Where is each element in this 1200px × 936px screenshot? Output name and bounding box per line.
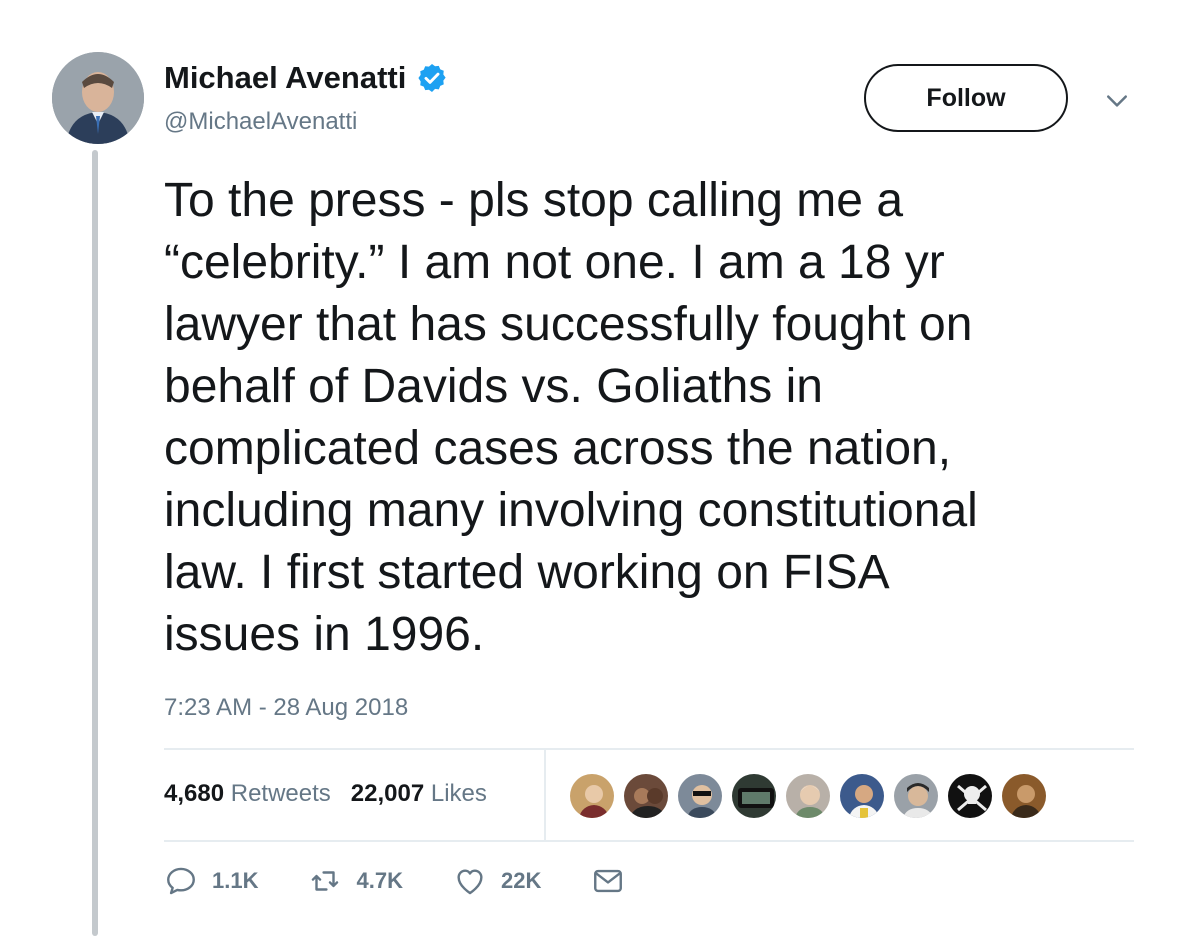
divider-top <box>164 748 1134 750</box>
like-count: 22K <box>500 868 542 893</box>
engagement-stats: 4,680 Retweets 22,007 Likes <box>164 780 487 808</box>
tweet-card: Michael Avenatti @MichaelAvenatti Follow… <box>0 0 1200 936</box>
liker-avatar[interactable] <box>784 772 832 820</box>
liker-avatar[interactable] <box>622 772 670 820</box>
heart-icon <box>457 869 483 895</box>
likes-count: 22,007 <box>350 780 425 807</box>
likes-stat[interactable]: 22,007 Likes <box>351 780 487 808</box>
tweet-timestamp[interactable]: 7:23 AM - 28 Aug 2018 <box>164 694 408 722</box>
retweet-icon <box>312 871 339 891</box>
author-avatar[interactable] <box>52 52 144 144</box>
reply-count: 1.1K <box>212 868 259 893</box>
tweet-actions: 1.1K 4.7K 22K <box>164 864 675 898</box>
liker-avatars <box>568 770 1054 822</box>
direct-message-button[interactable] <box>591 864 625 898</box>
liker-avatar[interactable] <box>1000 772 1048 820</box>
envelope-icon <box>594 869 623 893</box>
liker-avatar[interactable] <box>676 772 724 820</box>
follow-button[interactable]: Follow <box>864 64 1068 132</box>
more-options-button[interactable] <box>1100 84 1134 118</box>
author-name-row[interactable]: Michael Avenatti <box>164 60 448 96</box>
liker-avatar[interactable] <box>838 772 886 820</box>
avatar-photo-icon <box>52 52 144 144</box>
reply-button[interactable]: 1.1K <box>164 864 258 898</box>
stats-divider <box>544 750 546 840</box>
retweets-stat[interactable]: 4,680 Retweets <box>164 780 331 808</box>
thread-line <box>92 150 98 936</box>
chevron-down-icon <box>1107 95 1127 107</box>
tweet-text: To the press - pls stop calling me a “ce… <box>164 174 978 661</box>
reply-icon <box>167 867 195 895</box>
liker-avatar[interactable] <box>946 772 994 820</box>
author-handle[interactable]: @MichaelAvenatti <box>164 108 357 136</box>
verified-badge-icon <box>416 62 448 94</box>
likes-label: Likes <box>430 780 487 807</box>
retweet-button[interactable]: 4.7K <box>308 864 403 898</box>
retweets-label: Retweets <box>230 780 331 807</box>
like-button[interactable]: 22K <box>453 864 541 898</box>
liker-avatar[interactable] <box>730 772 778 820</box>
liker-avatar[interactable] <box>568 772 616 820</box>
divider-bottom <box>164 840 1134 842</box>
retweets-count: 4,680 <box>164 780 225 807</box>
retweet-count: 4.7K <box>356 868 403 893</box>
author-display-name[interactable]: Michael Avenatti <box>164 60 406 96</box>
liker-avatar[interactable] <box>892 772 940 820</box>
